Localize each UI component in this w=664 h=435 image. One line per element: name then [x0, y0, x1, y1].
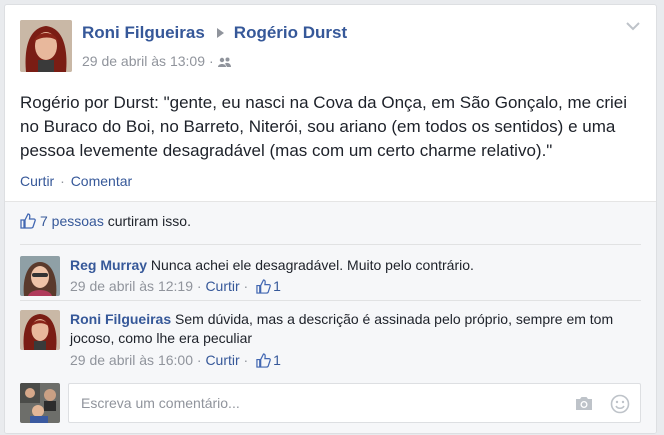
comment-body: Roni Filgueiras Sem dúvida, mas a descri… — [70, 310, 641, 348]
divider — [20, 300, 641, 301]
comment-like-button[interactable]: Curtir — [205, 352, 239, 368]
likes-summary: 7 pessoas curtiram isso. — [20, 213, 191, 229]
commenter-avatar[interactable] — [20, 256, 60, 296]
arrow-right-icon — [216, 28, 224, 39]
post-meta: 29 de abril às 13:09 · — [82, 53, 231, 69]
post-timestamp[interactable]: 29 de abril às 13:09 — [82, 53, 205, 69]
thumbs-up-icon — [256, 279, 271, 294]
like-button[interactable]: Curtir — [20, 173, 54, 189]
feedback-section: 7 pessoas curtiram isso. Reg Murray Nunc… — [5, 201, 656, 433]
current-user-avatar — [20, 383, 60, 423]
friends-icon[interactable] — [217, 53, 231, 69]
thumbs-up-icon — [20, 213, 36, 229]
comment-button[interactable]: Comentar — [71, 173, 132, 189]
post-actions: Curtir · Comentar — [20, 173, 132, 189]
comment-like-count[interactable]: 1 — [273, 278, 281, 294]
comment-input[interactable]: Escreva um comentário... — [68, 383, 641, 423]
comment-like-button[interactable]: Curtir — [205, 278, 239, 294]
commenter-avatar[interactable] — [20, 310, 60, 350]
comment-meta: 29 de abril às 16:00 · Curtir · 1 — [70, 352, 281, 368]
comment-author-link[interactable]: Roni Filgueiras — [70, 311, 171, 327]
actions-separator: · — [60, 173, 65, 189]
comment-body: Reg Murray Nunca achei ele desagradável.… — [70, 256, 641, 275]
comment-author-link[interactable]: Reg Murray — [70, 257, 147, 273]
likes-suffix: curtiram isso. — [107, 213, 191, 229]
comment-item: Reg Murray Nunca achei ele desagradável.… — [20, 256, 641, 302]
post-card: Roni Filgueiras Rogério Durst 29 de abril… — [4, 4, 657, 434]
emoji-icon[interactable] — [610, 394, 630, 414]
comment-text: Nunca achei ele desagradável. Muito pelo… — [150, 257, 474, 273]
reply-box: Escreva um comentário... — [20, 383, 641, 423]
post-author-line: Roni Filgueiras Rogério Durst — [82, 23, 347, 43]
post-target-link[interactable]: Rogério Durst — [234, 23, 347, 42]
likes-count-link[interactable]: 7 pessoas — [40, 213, 104, 229]
divider — [20, 244, 641, 245]
comment-timestamp[interactable]: 29 de abril às 12:19 — [70, 278, 193, 294]
comment-input-placeholder: Escreva um comentário... — [81, 395, 240, 411]
author-avatar[interactable] — [20, 20, 72, 72]
comment-item: Roni Filgueiras Sem dúvida, mas a descri… — [20, 310, 641, 374]
comment-like-count[interactable]: 1 — [273, 352, 281, 368]
comment-timestamp[interactable]: 29 de abril às 16:00 — [70, 352, 193, 368]
meta-separator: · — [208, 53, 214, 69]
thumbs-up-icon — [256, 353, 271, 368]
camera-icon[interactable] — [574, 395, 594, 411]
post-text: Rogério por Durst: "gente, eu nasci na C… — [20, 93, 628, 160]
post-author-link[interactable]: Roni Filgueiras — [82, 23, 205, 42]
chevron-down-icon[interactable] — [626, 21, 640, 31]
post-header: Roni Filgueiras Rogério Durst 29 de abril… — [5, 5, 656, 85]
comment-meta: 29 de abril às 12:19 · Curtir · 1 — [70, 278, 281, 294]
